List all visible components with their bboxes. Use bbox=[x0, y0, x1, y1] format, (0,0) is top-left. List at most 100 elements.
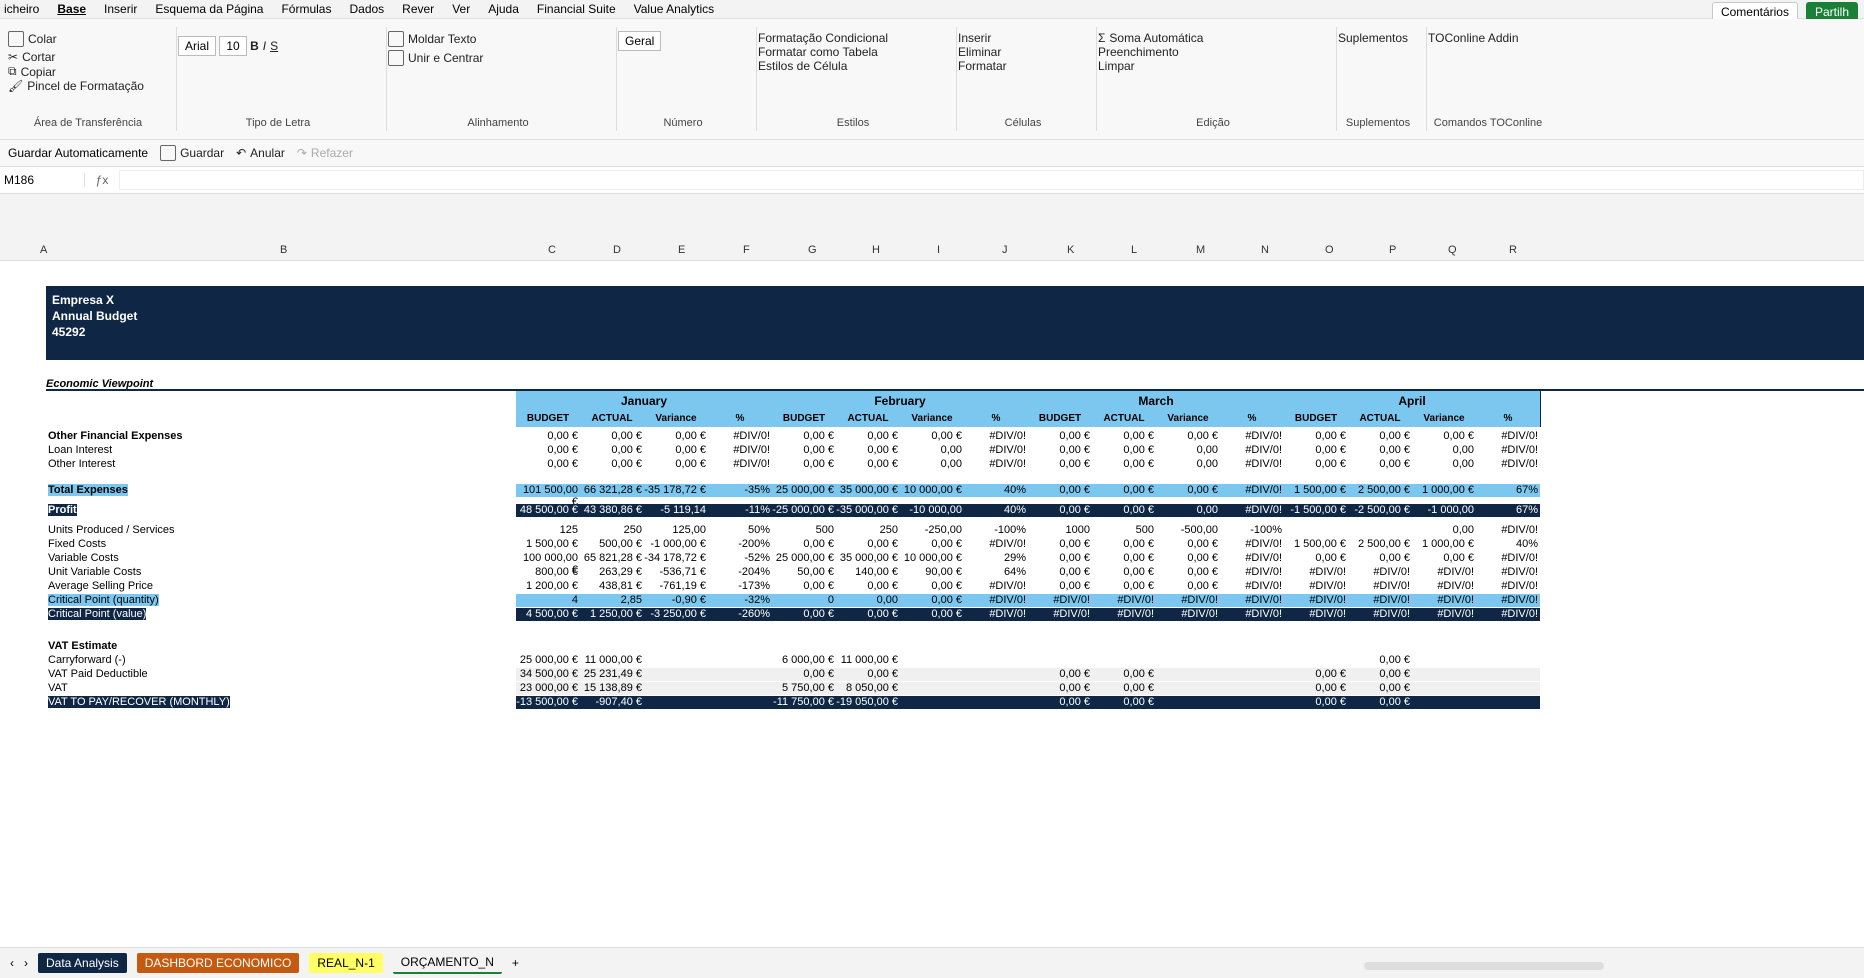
table-cell[interactable]: -2 500,00 € bbox=[1348, 504, 1412, 517]
table-cell[interactable]: #DIV/0! bbox=[1220, 552, 1284, 565]
cut-button[interactable]: ✂ Cortar bbox=[8, 50, 55, 64]
table-cell[interactable] bbox=[1284, 654, 1348, 667]
ribbon-tab[interactable]: icheiro bbox=[4, 2, 39, 16]
table-cell[interactable]: #DIV/0! bbox=[1476, 594, 1540, 607]
table-cell[interactable]: 0,00 bbox=[1412, 524, 1476, 537]
column-header[interactable]: B bbox=[280, 244, 287, 256]
table-cell[interactable]: #DIV/0! bbox=[1348, 566, 1412, 579]
table-cell[interactable]: 0,00 € bbox=[644, 458, 708, 471]
table-cell[interactable] bbox=[1412, 654, 1476, 667]
column-header[interactable]: K bbox=[1067, 244, 1074, 256]
table-cell[interactable]: #DIV/0! bbox=[964, 608, 1028, 621]
table-cell[interactable] bbox=[1092, 654, 1156, 667]
table-cell[interactable]: 64% bbox=[964, 566, 1028, 579]
table-cell[interactable]: -11% bbox=[708, 504, 772, 517]
table-cell[interactable]: -11 750,00 € bbox=[772, 696, 836, 709]
table-cell[interactable]: 0,00 € bbox=[836, 458, 900, 471]
table-cell[interactable]: 0,00 bbox=[1156, 458, 1220, 471]
cell-styles-button[interactable]: Estilos de Célula bbox=[758, 59, 847, 73]
ribbon-tab[interactable]: Financial Suite bbox=[537, 2, 616, 16]
table-cell[interactable]: 0,00 € bbox=[836, 430, 900, 443]
redo-button[interactable]: ↷ Refazer bbox=[297, 146, 353, 160]
table-cell[interactable]: 11 000,00 € bbox=[580, 654, 644, 667]
ribbon-tab[interactable]: Rever bbox=[402, 2, 434, 16]
table-cell[interactable]: 0,00 € bbox=[1092, 682, 1156, 695]
column-header[interactable]: D bbox=[613, 244, 621, 256]
table-cell[interactable] bbox=[1412, 682, 1476, 695]
table-cell[interactable]: 1 500,00 € bbox=[1284, 538, 1348, 551]
table-cell[interactable]: 40% bbox=[964, 484, 1028, 497]
autosum-button[interactable]: Σ Soma Automática bbox=[1098, 31, 1203, 45]
table-cell[interactable]: #DIV/0! bbox=[1220, 538, 1284, 551]
table-cell[interactable]: 0,00 bbox=[900, 458, 964, 471]
table-cell[interactable]: 0,00 € bbox=[644, 430, 708, 443]
table-cell[interactable]: -5 119,14 bbox=[644, 504, 708, 517]
table-cell[interactable]: 25 000,00 € bbox=[772, 484, 836, 497]
table-cell[interactable]: -204% bbox=[708, 566, 772, 579]
table-cell[interactable] bbox=[644, 682, 708, 695]
ribbon-tab[interactable]: Value Analytics bbox=[634, 2, 715, 16]
font-size-select[interactable]: 10 bbox=[219, 36, 247, 56]
table-cell[interactable]: 2 500,00 € bbox=[1348, 538, 1412, 551]
table-cell[interactable]: 0,00 € bbox=[1284, 682, 1348, 695]
table-cell[interactable]: #DIV/0! bbox=[1220, 566, 1284, 579]
column-header[interactable]: A bbox=[40, 244, 47, 256]
table-cell[interactable]: #DIV/0! bbox=[1476, 552, 1540, 565]
table-cell[interactable] bbox=[1028, 654, 1092, 667]
table-cell[interactable]: 1000 bbox=[1028, 524, 1092, 537]
table-cell[interactable]: -25 000,00 € bbox=[772, 504, 836, 517]
sheet-tab-dashbord-economico[interactable]: DASHBORD ECONOMICO bbox=[136, 953, 300, 973]
table-cell[interactable]: 0,00 € bbox=[1028, 552, 1092, 565]
table-cell[interactable] bbox=[900, 682, 964, 695]
table-cell[interactable]: 0,00 € bbox=[836, 538, 900, 551]
table-cell[interactable]: 0,00 € bbox=[1412, 552, 1476, 565]
table-cell[interactable]: 0,00 € bbox=[1028, 696, 1092, 709]
table-cell[interactable]: 1 500,00 € bbox=[1284, 484, 1348, 497]
addins-button[interactable]: Suplementos bbox=[1338, 31, 1408, 45]
table-cell[interactable]: 0,00 € bbox=[1348, 458, 1412, 471]
table-cell[interactable]: 0 bbox=[772, 594, 836, 607]
table-cell[interactable]: -52% bbox=[708, 552, 772, 565]
table-cell[interactable]: -1 500,00 € bbox=[1284, 504, 1348, 517]
table-cell[interactable] bbox=[900, 668, 964, 681]
table-cell[interactable] bbox=[708, 668, 772, 681]
table-cell[interactable] bbox=[1476, 654, 1540, 667]
table-cell[interactable] bbox=[708, 654, 772, 667]
table-cell[interactable]: #DIV/0! bbox=[1220, 594, 1284, 607]
table-cell[interactable] bbox=[1156, 682, 1220, 695]
table-cell[interactable]: 263,29 € bbox=[580, 566, 644, 579]
table-cell[interactable]: 0,00 € bbox=[1156, 566, 1220, 579]
table-cell[interactable]: 0,00 bbox=[836, 594, 900, 607]
delete-cells-button[interactable]: Eliminar bbox=[958, 45, 1001, 59]
table-cell[interactable]: 0,00 € bbox=[836, 668, 900, 681]
table-cell[interactable]: 0,00 € bbox=[1028, 580, 1092, 593]
table-cell[interactable]: 0,00 € bbox=[1284, 430, 1348, 443]
table-cell[interactable]: 35 000,00 € bbox=[836, 552, 900, 565]
table-cell[interactable]: #DIV/0! bbox=[1220, 444, 1284, 457]
table-cell[interactable]: 0,00 € bbox=[900, 608, 964, 621]
table-cell[interactable]: 0,00 € bbox=[580, 458, 644, 471]
table-cell[interactable]: 0,00 € bbox=[1028, 682, 1092, 695]
ribbon-tab[interactable]: Fórmulas bbox=[281, 2, 331, 16]
table-cell[interactable]: -536,71 € bbox=[644, 566, 708, 579]
table-cell[interactable]: #DIV/0! bbox=[1476, 458, 1540, 471]
table-cell[interactable]: #DIV/0! bbox=[964, 458, 1028, 471]
table-cell[interactable]: 0,00 € bbox=[900, 538, 964, 551]
table-cell[interactable] bbox=[1220, 654, 1284, 667]
table-cell[interactable]: #DIV/0! bbox=[964, 594, 1028, 607]
table-cell[interactable]: #DIV/0! bbox=[1412, 594, 1476, 607]
table-cell[interactable]: 1 250,00 € bbox=[580, 608, 644, 621]
table-cell[interactable]: #DIV/0! bbox=[708, 430, 772, 443]
column-header[interactable]: F bbox=[743, 244, 750, 256]
table-cell[interactable]: 1 500,00 € bbox=[516, 538, 580, 551]
table-cell[interactable]: 2,85 bbox=[580, 594, 644, 607]
table-cell[interactable] bbox=[1156, 668, 1220, 681]
table-cell[interactable]: 0,00 € bbox=[1284, 552, 1348, 565]
table-cell[interactable]: 0,00 € bbox=[1348, 654, 1412, 667]
undo-button[interactable]: ↶ Anular bbox=[236, 146, 285, 160]
table-cell[interactable]: -34 178,72 € bbox=[644, 552, 708, 565]
table-cell[interactable]: 100 000,00 € bbox=[516, 552, 580, 576]
table-cell[interactable]: 0,00 € bbox=[1284, 458, 1348, 471]
table-cell[interactable]: 0,00 € bbox=[1156, 580, 1220, 593]
table-cell[interactable]: 0,00 € bbox=[516, 444, 580, 457]
